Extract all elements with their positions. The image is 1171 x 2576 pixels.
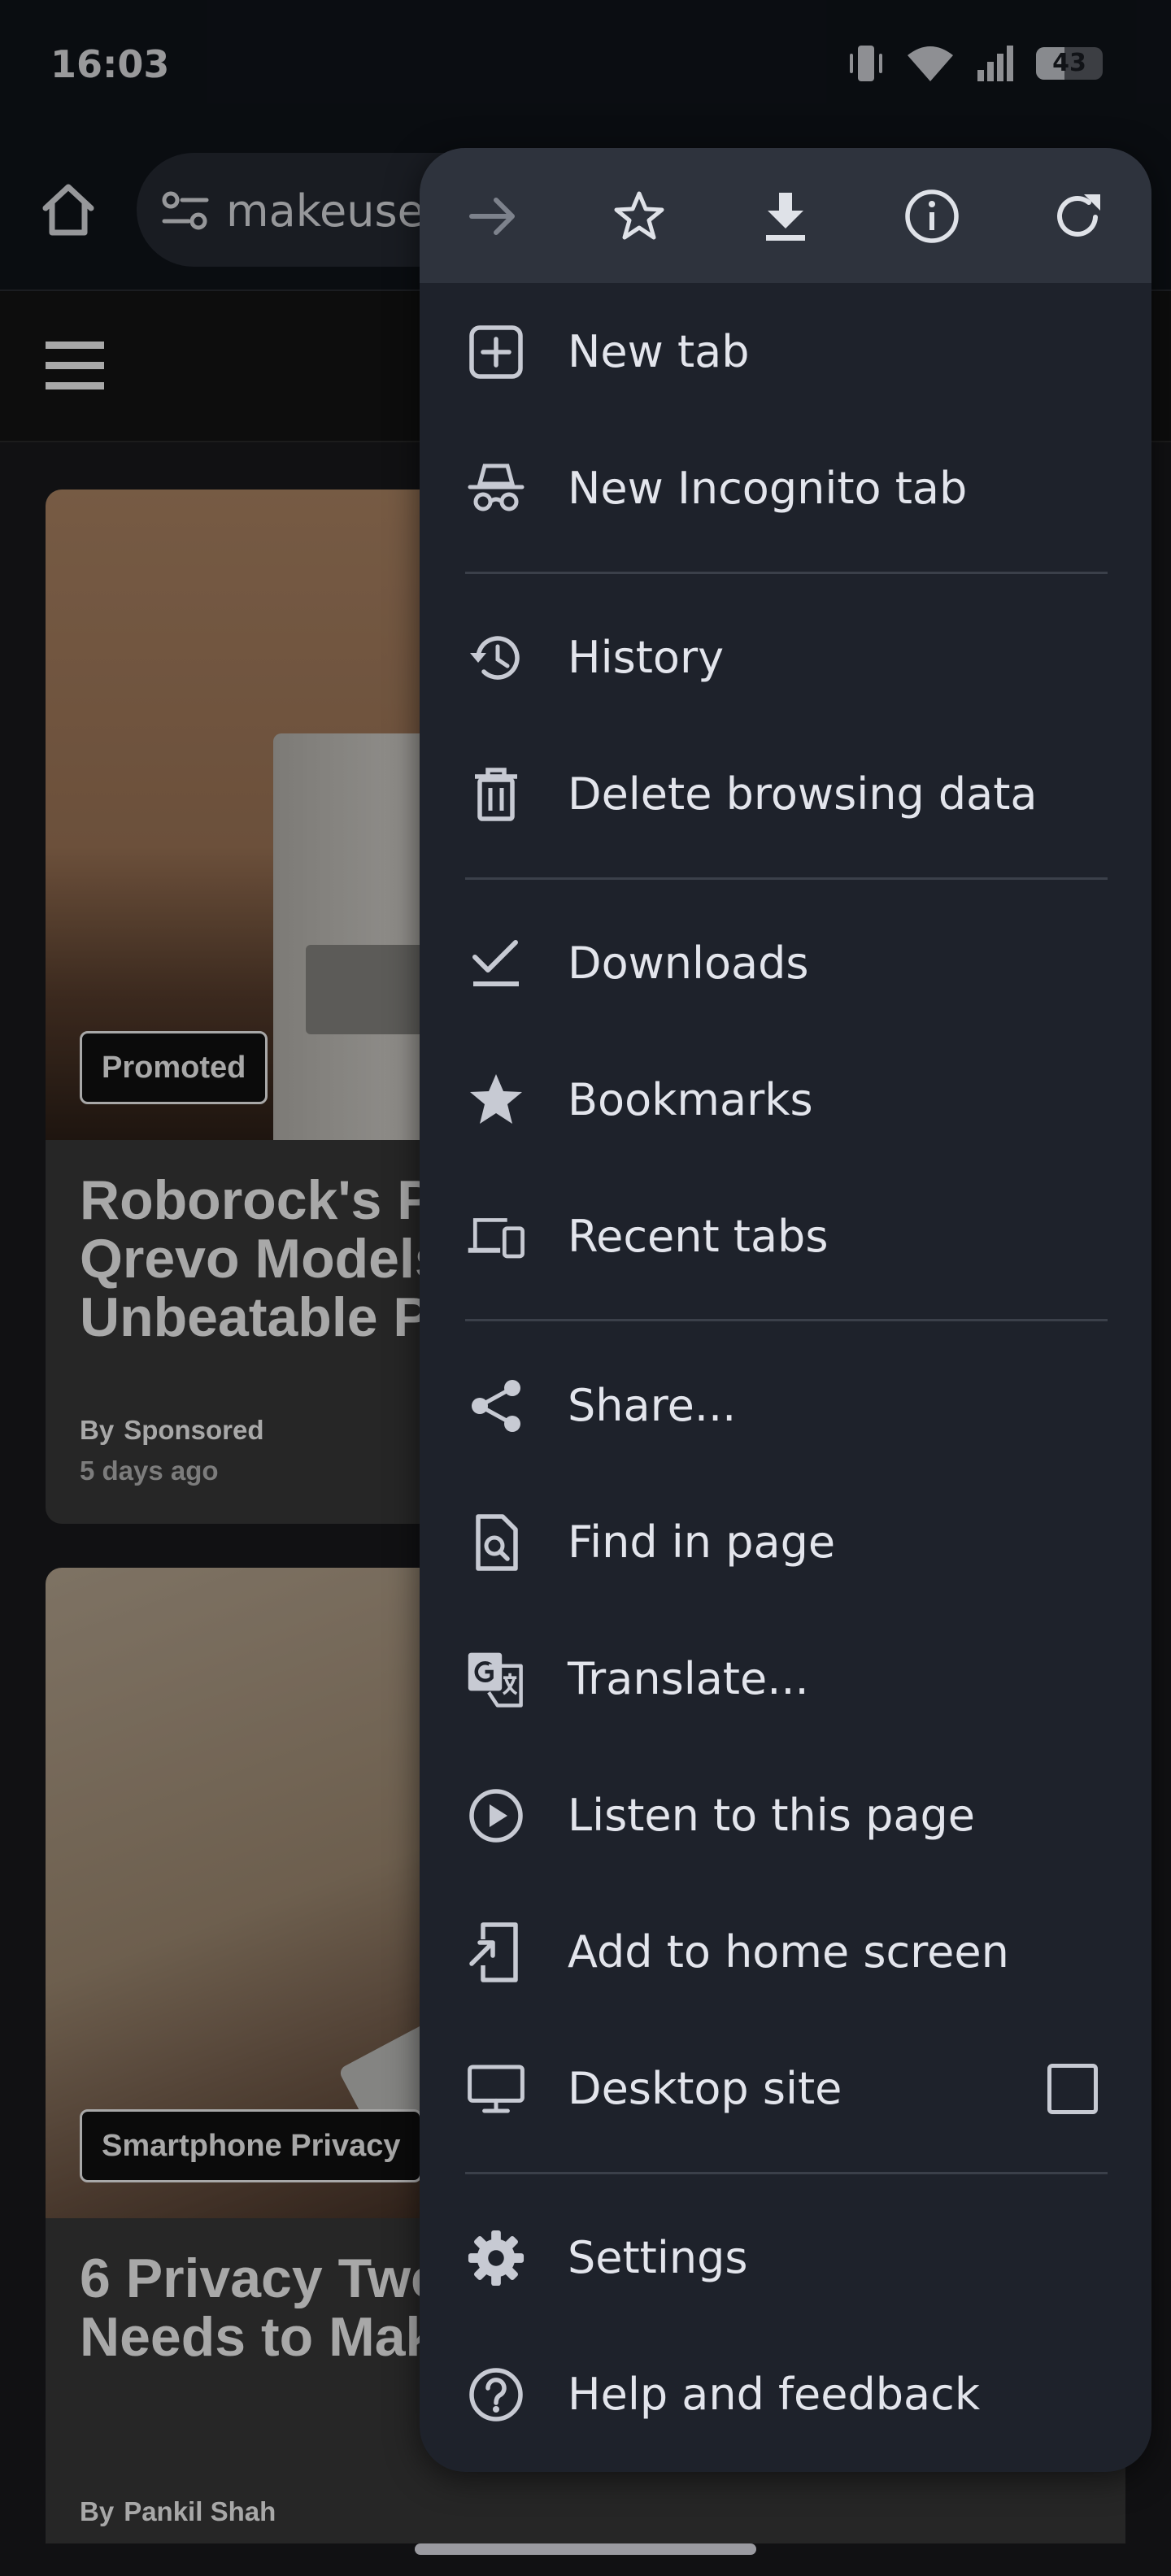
menu-item-label: History (568, 632, 725, 683)
downloads-icon (467, 934, 525, 993)
desktop-site-checkbox[interactable] (1047, 2064, 1098, 2114)
menu-item-label: Translate... (568, 1653, 809, 1704)
menu-item-delete-browsing-data[interactable]: Delete browsing data (420, 733, 1151, 855)
menu-divider (465, 572, 1108, 574)
incognito-icon (467, 459, 525, 518)
bookmarks-icon (467, 1071, 525, 1129)
vibrate-icon (850, 46, 882, 81)
menu-item-add-to-home-screen[interactable]: Add to home screen (420, 1891, 1151, 2013)
signal-icon (977, 46, 1013, 81)
article-byline: By Pankil Shah (80, 2496, 276, 2526)
gesture-bar[interactable] (415, 2543, 756, 2555)
status-time: 16:03 (50, 42, 170, 86)
menu-item-recent-tabs[interactable]: Recent tabs (420, 1176, 1151, 1298)
page-info-icon (905, 189, 959, 243)
menu-item-label: Desktop site (568, 2063, 842, 2114)
url-text[interactable]: makeusec (226, 185, 449, 237)
gear-icon (467, 2229, 525, 2287)
menu-item-settings[interactable]: Settings (420, 2197, 1151, 2319)
menu-item-label: Help and feedback (568, 2369, 981, 2420)
menu-action-row (420, 148, 1151, 283)
download-icon (766, 193, 805, 241)
download-button[interactable] (753, 184, 818, 249)
article-byline: By Sponsored (80, 1415, 264, 1445)
bookmark-star-button[interactable] (607, 184, 672, 249)
share-icon (467, 1377, 525, 1435)
refresh-icon (1057, 194, 1100, 237)
battery-level: 43 (1052, 49, 1086, 77)
hamburger-menu-icon[interactable] (44, 337, 106, 395)
forward-button[interactable] (460, 184, 525, 249)
trash-icon (467, 765, 525, 824)
refresh-button[interactable] (1046, 184, 1111, 249)
forward-icon (469, 198, 515, 235)
recent-tabs-icon (467, 1208, 525, 1266)
menu-item-label: New tab (568, 326, 750, 377)
menu-item-listen-to-this-page[interactable]: Listen to this page (420, 1755, 1151, 1877)
article-tag[interactable]: Smartphone Privacy (80, 2109, 423, 2182)
help-icon (467, 2365, 525, 2424)
menu-item-label: Downloads (568, 938, 809, 989)
menu-item-find-in-page[interactable]: Find in page (420, 1482, 1151, 1603)
menu-item-translate[interactable]: Translate... (420, 1618, 1151, 1740)
status-bar: 16:03 43 (0, 0, 1171, 133)
menu-divider (465, 877, 1108, 880)
add-to-home-icon (467, 1922, 525, 1982)
menu-item-new-incognito-tab[interactable]: New Incognito tab (420, 428, 1151, 550)
translate-icon (467, 1650, 525, 1708)
menu-item-history[interactable]: History (420, 597, 1151, 719)
battery-icon: 43 (1036, 47, 1103, 80)
home-button[interactable] (37, 179, 99, 241)
article-timestamp: 5 days ago (80, 1456, 219, 1486)
desktop-icon (467, 2060, 525, 2118)
article-author[interactable]: Pankil Shah (124, 2496, 276, 2526)
menu-item-label: Recent tabs (568, 1211, 829, 1262)
wifi-icon (908, 46, 953, 81)
article-author[interactable]: Sponsored (124, 1415, 263, 1445)
new-tab-icon (467, 323, 525, 381)
menu-divider (465, 2172, 1108, 2174)
menu-item-share[interactable]: Share... (420, 1345, 1151, 1467)
menu-item-label: Bookmarks (568, 1074, 813, 1125)
menu-item-new-tab[interactable]: New tab (420, 291, 1151, 413)
status-icons: 43 (847, 39, 1103, 88)
home-icon (42, 184, 94, 236)
menu-divider (465, 1319, 1108, 1321)
bookmark-star-icon (614, 191, 664, 240)
menu-item-help-and-feedback[interactable]: Help and feedback (420, 2334, 1151, 2456)
article-tag[interactable]: Promoted (80, 1031, 268, 1104)
menu-item-label: Listen to this page (568, 1790, 975, 1841)
history-icon (467, 629, 525, 687)
overflow-menu: New tab New Incognito tab History Delete… (420, 148, 1151, 2472)
menu-item-downloads[interactable]: Downloads (420, 903, 1151, 1025)
menu-item-label: Delete browsing data (568, 768, 1038, 820)
menu-item-label: Find in page (568, 1516, 836, 1568)
menu-item-label: Share... (568, 1380, 737, 1431)
find-in-page-icon (467, 1513, 525, 1572)
listen-icon (467, 1786, 525, 1845)
menu-item-label: Add to home screen (568, 1926, 1009, 1978)
menu-item-label: Settings (568, 2232, 748, 2283)
menu-item-bookmarks[interactable]: Bookmarks (420, 1039, 1151, 1161)
page-info-button[interactable] (899, 184, 964, 249)
site-settings-icon[interactable] (161, 190, 210, 231)
menu-item-desktop-site[interactable]: Desktop site (420, 2028, 1151, 2150)
menu-item-label: New Incognito tab (568, 463, 968, 514)
